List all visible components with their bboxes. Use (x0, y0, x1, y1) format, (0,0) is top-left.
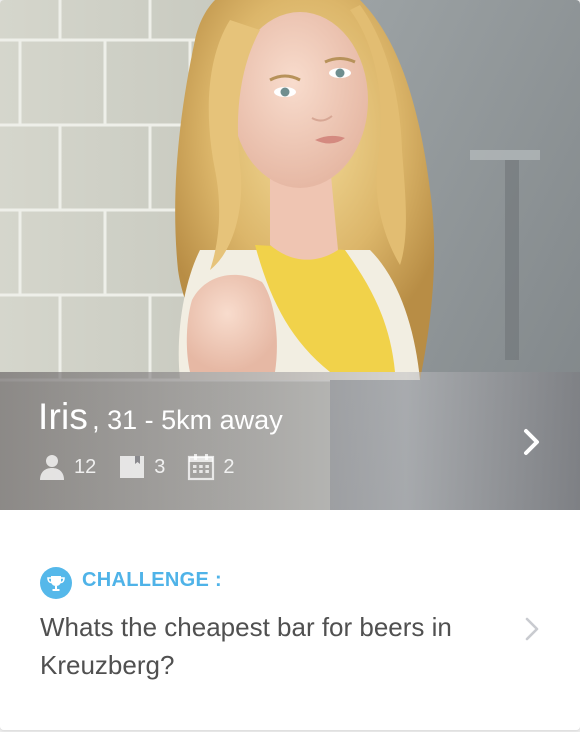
calendar-icon (188, 454, 215, 481)
chevron-right-icon (524, 429, 539, 455)
open-challenge-button[interactable] (522, 615, 542, 643)
challenge-question: Whats the cheapest bar for beers in Kreu… (40, 612, 452, 680)
profile-stats: 12 3 2 (38, 450, 257, 484)
stat-events-count: 2 (223, 455, 235, 478)
person-icon (40, 455, 64, 480)
challenge-label: CHALLENGE : (82, 569, 222, 591)
stat-friends: 12 (38, 453, 96, 481)
stat-stories: 3 (118, 453, 165, 481)
profile-card[interactable]: Iris, 31 - 5km away 12 3 2 CHALLENGE: W… (0, 0, 580, 730)
challenge-badge (40, 567, 72, 599)
chevron-right-icon (525, 617, 539, 641)
stat-events: 2 (187, 453, 235, 481)
trophy-icon (47, 576, 65, 591)
profile-name-line: Iris, 31 - 5km away (38, 396, 283, 438)
profile-age-distance: , 31 - 5km away (92, 405, 283, 435)
book-icon (120, 456, 145, 478)
open-profile-button[interactable] (518, 424, 546, 460)
stat-stories-count: 3 (154, 455, 166, 478)
profile-name: Iris (38, 396, 89, 437)
profile-info-overlay (0, 372, 580, 510)
stat-friends-count: 12 (74, 455, 97, 478)
